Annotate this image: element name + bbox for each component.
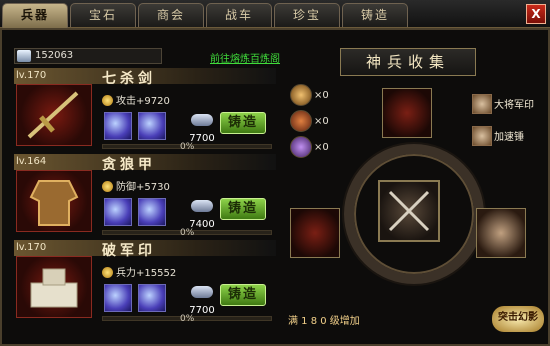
ore-icon xyxy=(191,200,213,212)
collection-panel: 神兵收集 ×0 ×0 ×0 大将军印 加速锤 满 1 8 0 级增加 突击幻影 xyxy=(286,44,544,344)
close-button[interactable]: X xyxy=(526,4,546,24)
stat-row: 防御+5730 xyxy=(102,178,170,193)
troops-icon xyxy=(102,267,113,278)
item-name: 破军印 xyxy=(102,243,156,259)
side-reward-label: 大将军印 xyxy=(494,100,534,111)
forge-button[interactable]: 铸造 xyxy=(220,198,266,220)
hammer-count: ×0 xyxy=(314,142,329,153)
ore-cost: 7400 xyxy=(182,200,222,230)
tab-guild[interactable]: 商会 xyxy=(138,3,204,27)
stat-row: 攻击+9720 xyxy=(102,92,170,107)
hammer-count: ×0 xyxy=(314,90,329,101)
general-seal-icon xyxy=(472,94,492,114)
crossed-swords-art xyxy=(388,190,430,232)
tab-weapons[interactable]: 兵器 xyxy=(2,3,68,29)
sword-art xyxy=(27,91,79,139)
weapon-list: 152063 前往熔炼百炼阁 lv.170 七杀剑 攻击+9720 7700 铸… xyxy=(10,44,280,344)
sword-icon[interactable] xyxy=(16,84,92,146)
stat-row: 兵力+15552 xyxy=(102,264,176,279)
ore-cost: 7700 xyxy=(182,114,222,144)
gem-slot[interactable] xyxy=(104,284,132,312)
gem-slot[interactable] xyxy=(104,112,132,140)
stat-value: 攻击+9720 xyxy=(116,96,170,107)
seal-art xyxy=(30,268,78,308)
silver-display: 152063 xyxy=(14,48,162,64)
phantom-badge[interactable]: 突击幻影 xyxy=(492,306,544,332)
weapon-item: lv.164 贪狼甲 防御+5730 7400 铸造 0% xyxy=(10,154,280,238)
gem-slot[interactable] xyxy=(138,198,166,226)
attack-icon xyxy=(102,95,113,106)
resource-bar: 152063 前往熔炼百炼阁 xyxy=(14,46,280,66)
item-name: 贪狼甲 xyxy=(102,157,156,173)
item-name: 七杀剑 xyxy=(102,71,156,87)
stat-value: 兵力+15552 xyxy=(116,268,177,279)
weapon-item: lv.170 破军印 兵力+15552 7700 铸造 0% xyxy=(10,240,280,324)
armor-icon[interactable] xyxy=(16,170,92,232)
smelt-link[interactable]: 前往熔炼百炼阁 xyxy=(210,50,280,65)
gem-slot[interactable] xyxy=(138,284,166,312)
tab-gems[interactable]: 宝石 xyxy=(70,3,136,27)
gem-slot[interactable] xyxy=(104,198,132,226)
defense-icon xyxy=(102,181,113,192)
item-level: lv.170 xyxy=(16,70,47,81)
forge-button[interactable]: 铸造 xyxy=(220,112,266,134)
forge-button[interactable]: 铸造 xyxy=(220,284,266,306)
tab-treasure[interactable]: 珍宝 xyxy=(274,3,340,27)
tab-forge[interactable]: 铸造 xyxy=(342,3,408,27)
purple-hammer-icon[interactable] xyxy=(290,136,312,158)
side-reward[interactable]: 加速锤 xyxy=(472,126,524,146)
sword-slot[interactable] xyxy=(382,88,432,138)
tab-bar: 兵器 宝石 商会 战车 珍宝 铸造 X xyxy=(0,0,550,29)
side-reward[interactable]: 大将军印 xyxy=(472,94,534,114)
armor-art xyxy=(29,180,79,226)
ore-cost: 7700 xyxy=(182,286,222,316)
side-reward-label: 加速锤 xyxy=(494,132,524,143)
seal-icon[interactable] xyxy=(16,256,92,318)
progress-text: 0% xyxy=(180,142,195,152)
tab-chariot[interactable]: 战车 xyxy=(206,3,272,27)
progress-text: 0% xyxy=(180,228,195,238)
item-level: lv.170 xyxy=(16,242,47,253)
weapon-item: lv.170 七杀剑 攻击+9720 7700 铸造 0% xyxy=(10,68,280,152)
armor-slot[interactable] xyxy=(290,208,340,258)
ore-icon xyxy=(191,114,213,126)
silver-icon xyxy=(17,50,31,62)
bronze-hammer-icon[interactable] xyxy=(290,110,312,132)
progress-text: 0% xyxy=(180,314,195,324)
stat-value: 防御+5730 xyxy=(116,182,170,193)
seal-slot[interactable] xyxy=(476,208,526,258)
silver-amount: 152063 xyxy=(35,50,74,61)
main-frame: 152063 前往熔炼百炼阁 lv.170 七杀剑 攻击+9720 7700 铸… xyxy=(0,28,550,346)
speed-hammer-icon xyxy=(472,126,492,146)
level-bonus-text: 满 1 8 0 级增加 xyxy=(288,316,360,327)
collection-title: 神兵收集 xyxy=(340,48,476,76)
gem-slot[interactable] xyxy=(138,112,166,140)
item-level: lv.164 xyxy=(16,156,47,167)
ore-icon xyxy=(191,286,213,298)
gold-hammer-icon[interactable] xyxy=(290,84,312,106)
crossed-swords-icon xyxy=(378,180,440,242)
hammer-count: ×0 xyxy=(314,116,329,127)
